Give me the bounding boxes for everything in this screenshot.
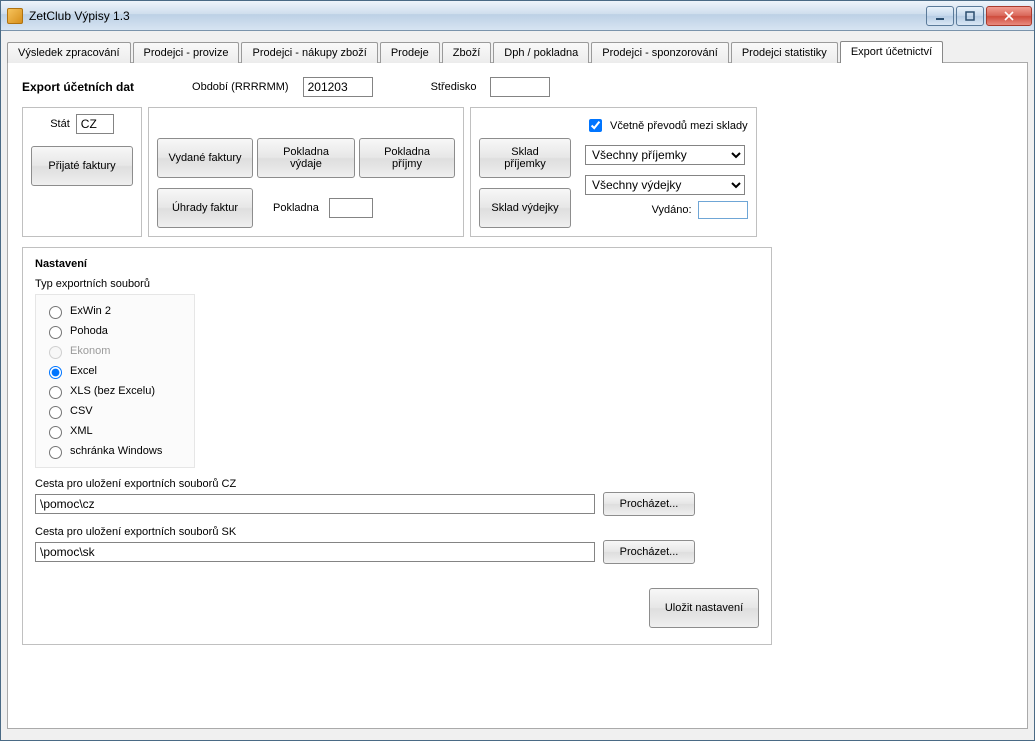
settings-box: Nastavení Typ exportních souborů ExWin 2… [22, 247, 772, 645]
center-label: Středisko [431, 81, 477, 93]
radio-exwin2[interactable]: ExWin 2 [44, 301, 186, 321]
path-sk-input[interactable] [35, 542, 595, 562]
app-icon [7, 8, 23, 24]
issued-label: Vydáno: [652, 204, 692, 216]
app-window: ZetClub Výpisy 1.3 Výsledek zpracování P… [0, 0, 1035, 741]
center-input[interactable] [490, 77, 550, 97]
include-transfers-label: Včetně převodů mezi sklady [610, 120, 748, 132]
content-area: Výsledek zpracování Prodejci - provize P… [1, 31, 1034, 735]
state-label: Stát [50, 118, 70, 130]
radio-excel[interactable]: Excel [44, 361, 186, 381]
invoice-payments-button[interactable]: Úhrady faktur [157, 188, 253, 228]
cash-input[interactable] [329, 198, 373, 218]
window-title: ZetClub Výpisy 1.3 [29, 9, 924, 23]
radio-xml[interactable]: XML [44, 421, 186, 441]
issued-value [698, 201, 748, 219]
export-type-title: Typ exportních souborů [35, 278, 759, 290]
state-input[interactable] [76, 114, 114, 134]
period-label: Období (RRRRMM) [192, 81, 289, 93]
tab-vat-cash[interactable]: Dph / pokladna [493, 42, 589, 63]
cash-label: Pokladna [273, 202, 319, 214]
stock-receipts-button[interactable]: Sklad příjemky [479, 138, 571, 178]
browse-cz-button[interactable]: Procházet... [603, 492, 695, 516]
close-button[interactable] [986, 6, 1032, 26]
tab-results[interactable]: Výsledek zpracování [7, 42, 131, 63]
maximize-button[interactable] [956, 6, 984, 26]
browse-sk-button[interactable]: Procházet... [603, 540, 695, 564]
save-settings-button[interactable]: Uložit nastavení [649, 588, 759, 628]
tab-goods[interactable]: Zboží [442, 42, 492, 63]
tab-panel: Export účetních dat Období (RRRRMM) Stře… [7, 63, 1028, 729]
radio-clipboard[interactable]: schránka Windows [44, 441, 186, 461]
path-sk-label: Cesta pro uložení exportních souborů SK [35, 526, 759, 538]
page-title: Export účetních dat [22, 80, 134, 94]
group-stock: Sklad příjemky Sklad výdejky Včetně přev… [470, 107, 757, 237]
group-state: Stát Přijaté faktury [22, 107, 142, 237]
tabs-row: Výsledek zpracování Prodejci - provize P… [7, 37, 1028, 63]
tab-commissions[interactable]: Prodejci - provize [133, 42, 240, 63]
cash-income-button[interactable]: Pokladna příjmy [359, 138, 455, 178]
include-transfers-row: Včetně převodů mezi sklady [585, 116, 748, 135]
path-cz-label: Cesta pro uložení exportních souborů CZ [35, 478, 759, 490]
tab-purchases[interactable]: Prodejci - nákupy zboží [241, 42, 377, 63]
tab-statistics[interactable]: Prodejci statistiky [731, 42, 838, 63]
issues-select[interactable]: Všechny výdejky [585, 175, 745, 195]
group-invoices-cash: Vydané faktury Pokladna výdaje Pokladna … [148, 107, 464, 237]
radio-xls[interactable]: XLS (bez Excelu) [44, 381, 186, 401]
minimize-button[interactable] [926, 6, 954, 26]
tab-sponsoring[interactable]: Prodejci - sponzorování [591, 42, 729, 63]
radio-csv[interactable]: CSV [44, 401, 186, 421]
action-groups: Stát Přijaté faktury Vydané faktury Pokl… [22, 107, 1013, 237]
tab-export-accounting[interactable]: Export účetnictví [840, 41, 943, 63]
cash-expenses-button[interactable]: Pokladna výdaje [257, 138, 355, 178]
tab-sales[interactable]: Prodeje [380, 42, 440, 63]
window-controls [924, 6, 1032, 26]
radio-pohoda[interactable]: Pohoda [44, 321, 186, 341]
titlebar: ZetClub Výpisy 1.3 [1, 1, 1034, 31]
outgoing-invoices-button[interactable]: Vydané faktury [157, 138, 253, 178]
include-transfers-checkbox[interactable] [589, 119, 602, 132]
header-row: Export účetních dat Období (RRRRMM) Stře… [22, 77, 1013, 97]
radio-ekonom: Ekonom [44, 341, 186, 361]
receipts-select[interactable]: Všechny příjemky [585, 145, 745, 165]
settings-title: Nastavení [35, 258, 759, 270]
period-input[interactable] [303, 77, 373, 97]
stock-issues-button[interactable]: Sklad výdejky [479, 188, 571, 228]
export-type-radios: ExWin 2 Pohoda Ekonom Excel XLS (bez Exc… [35, 294, 195, 468]
incoming-invoices-button[interactable]: Přijaté faktury [31, 146, 133, 186]
path-cz-input[interactable] [35, 494, 595, 514]
